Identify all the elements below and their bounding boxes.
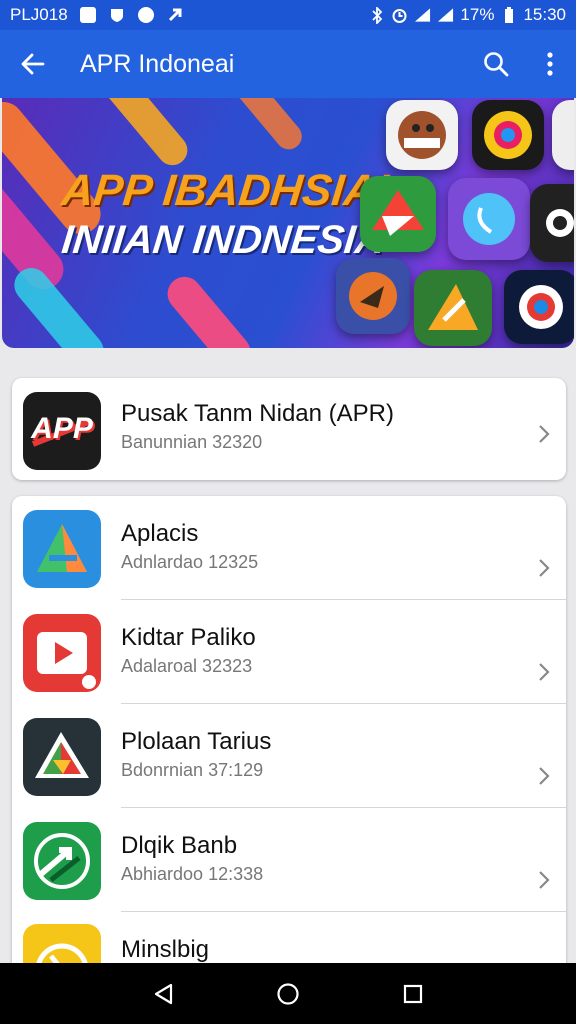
list-item-subtitle: Adnlardao 12325 [121,552,259,572]
check-shield-icon [109,7,126,24]
banner-app-icon-eye [530,184,574,262]
search-icon [484,52,509,77]
banner-headline: APP IBADHSIAI [59,166,391,215]
carrier-text: PLJ018 [10,5,68,24]
list-item-title: Minslbig [121,936,210,963]
list-item[interactable]: Dlqik Banb Abhiardoo 12:338 [12,808,566,912]
nav-recents-button[interactable] [393,974,433,1014]
arrows-icon [23,822,101,900]
alarm-icon [391,7,408,24]
banner-app-icon-swoosh [336,258,410,334]
sync-icon [167,7,184,24]
triangle-a-icon [23,510,101,588]
banner-subheadline: INIIAN INDNESIA [59,218,387,262]
info-icon [138,7,155,24]
bluetooth-icon [368,6,385,24]
list-item[interactable]: Aplacis Adnlardao 12325 [12,496,566,600]
chevron-right-icon [539,559,550,577]
nav-back-button[interactable] [143,974,183,1014]
list-item-title: Dlqik Banb [121,832,238,859]
banner-app-icon-star [360,176,436,252]
list-item-title: Kidtar Paliko [121,624,256,651]
arrow-left-icon [21,53,45,75]
wifi-signal-icon [414,7,431,24]
list-item-subtitle: Abhiardoo 12:338 [121,864,264,884]
more-options-button[interactable] [524,30,576,98]
banner-app-icon-swirl [472,100,544,170]
app-bar: APR Indoneai [0,30,576,98]
battery-icon [500,6,517,24]
mail-icon [80,7,97,24]
status-bar: PLJ018 17% 15:30 [0,0,576,30]
search-button[interactable] [468,30,524,98]
list-item-subtitle: Bdonrnian 37:129 [121,760,264,780]
banner-app-icon-leaf [414,270,492,346]
nav-home-icon [277,982,299,1005]
back-button[interactable] [0,30,66,98]
play-icon [23,614,101,692]
banner-app-icon-edge [552,100,574,170]
list-item[interactable]: Plolaan Tarius Bdonrnian 37:129 [12,704,566,808]
list-item-subtitle: Adalaroal 32323 [121,656,253,676]
page-title: APR Indoneai [80,49,235,78]
banner-app-icon-chat [504,270,574,344]
list-item-title: Plolaan Tarius [121,728,272,755]
chevron-right-icon [539,663,550,681]
list-item[interactable]: Kidtar Paliko Adalaroal 32323 [12,600,566,704]
banner-stripe [160,269,258,348]
chevron-right-icon [539,871,550,889]
banner-stripe [80,98,194,172]
banner-app-icon-face [386,100,458,170]
featured-app-subtitle: Banunnian 32320 [121,432,263,452]
banner-stripe [222,98,308,155]
status-left: PLJ018 [10,5,184,25]
app-list: Aplacis Adnlardao 12325 Kidtar Paliko Ad… [12,496,566,1016]
cell-signal-icon [437,7,454,24]
chevron-right-icon [539,425,550,443]
status-right: 17% 15:30 [368,5,566,25]
nav-back-icon [154,983,172,1004]
more-vert-icon [547,52,553,76]
clock: 15:30 [523,5,566,24]
featured-icon-text: APP [31,412,93,445]
featured-app-card[interactable]: APP Pusak Tanm Nidan (APR) Banunnian 323… [12,378,566,480]
promo-banner[interactable]: APP IBADHSIAI INIIAN INDNESIA [2,98,574,348]
system-nav-bar [0,963,576,1024]
battery-percent: 17% [460,5,495,24]
nav-recents-icon [404,984,423,1003]
banner-app-icon-phone [448,178,530,260]
list-item-title: Aplacis [121,520,199,547]
featured-app-title: Pusak Tanm Nidan (APR) [121,400,394,427]
chevron-right-icon [539,767,550,785]
featured-app-icon: APP [23,392,101,470]
nav-home-button[interactable] [268,974,308,1014]
triangle-colors-icon [23,718,101,796]
